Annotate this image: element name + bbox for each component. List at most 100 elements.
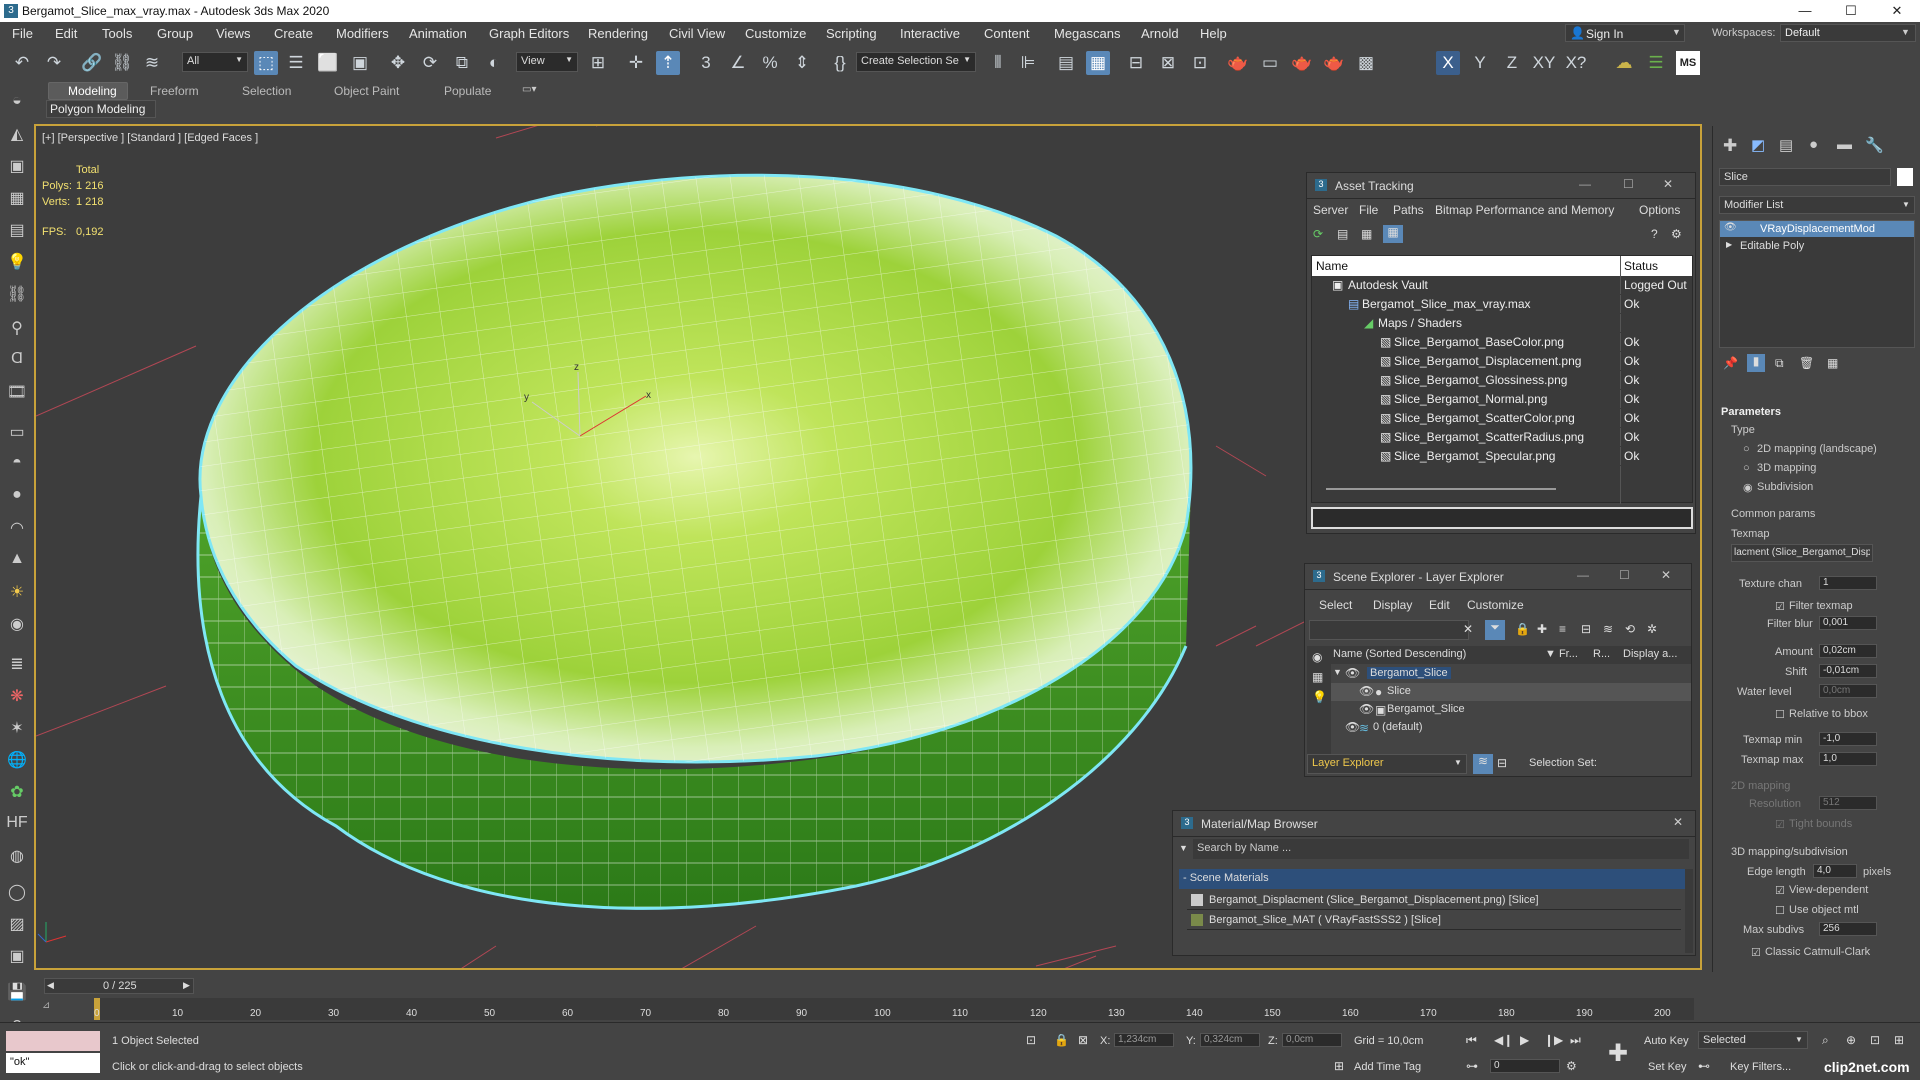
options-icon[interactable]: ✲ [1647,622,1657,636]
globe-icon[interactable]: 🌐 [5,750,29,774]
column-name[interactable]: Name [1316,259,1348,273]
maximize-icon[interactable]: ☐ [1623,177,1634,191]
help-icon[interactable]: ? [1651,227,1658,241]
refresh-icon[interactable]: ⟳ [1313,227,1323,241]
explorer-menu-edit[interactable]: Edit [1429,598,1450,612]
configure-sets-icon[interactable]: ▦ [1827,356,1838,370]
eye-icon[interactable]: 👁 [1724,222,1737,233]
spinner-snap-icon[interactable]: ⇕ [790,51,814,75]
unlink-icon[interactable]: ⛓ [110,51,134,75]
axis-z-button[interactable]: Z [1500,51,1524,75]
asset-row[interactable]: ▤ Bergamot_Slice_max_vray.max Ok [1312,295,1692,314]
key-mode-icon[interactable]: ⊶ [1466,1059,1478,1073]
hf-icon[interactable]: HF [5,814,29,838]
scale-icon[interactable]: ⧉ [450,51,474,75]
chevron-down-icon[interactable]: ▼ [1179,843,1188,853]
eye-icon[interactable]: 👁 [1359,684,1374,698]
selection-filter-dropdown[interactable]: All ▼ [182,52,248,72]
menu-customize[interactable]: Customize [745,26,806,41]
menu-interactive[interactable]: Interactive [900,26,960,41]
layer-row[interactable]: ▼ 👁 Bergamot_Slice [1331,665,1691,683]
sphere-gray-icon[interactable]: ◯ [5,882,29,906]
chevron-right-icon[interactable]: ▶ [183,980,190,991]
lock-selection-icon[interactable]: 🔒 [1054,1033,1069,1047]
sphere-light-icon[interactable]: ◉ [5,614,29,638]
scene-materials-group[interactable]: - Scene Materials [1179,869,1685,889]
viewport-label[interactable]: [+] [Perspective ] [Standard ] [Edged Fa… [42,132,258,144]
auto-key-button[interactable]: Auto Key [1644,1035,1689,1047]
key-selection-dropdown[interactable]: Selected ▼ [1698,1031,1808,1049]
select-manipulate-icon[interactable]: ✛ [624,51,648,75]
asset-row[interactable]: ▧ Slice_Bergamot_ScatterRadius.png Ok [1312,428,1692,447]
footprint-icon[interactable]: ⚲ [5,318,29,342]
menu-graph-editors[interactable]: Graph Editors [489,26,569,41]
link-icon[interactable]: ⛓ [5,284,29,308]
place-icon[interactable]: ◐ [482,51,506,75]
asset-row[interactable]: ▣ Autodesk Vault Logged Out [1312,276,1692,295]
ear-icon[interactable]: Ɑ [5,350,29,374]
select-by-name-icon[interactable]: ☰ [284,51,308,75]
clear-icon[interactable]: ✕ [1463,622,1473,636]
megascans-icon[interactable]: MS [1676,51,1700,75]
column-freeze[interactable]: ▼ Fr... [1545,648,1578,660]
save-icon[interactable]: 💾 [5,982,29,1006]
asset-row[interactable]: ▧ Slice_Bergamot_ScatterColor.png Ok [1312,409,1692,428]
tab-modeling[interactable]: Modeling [68,84,117,98]
render-icon[interactable]: ▨ [5,914,29,938]
layer-manager-icon[interactable]: ▤ [1054,51,1078,75]
max-subdivs-spinner[interactable]: 256 [1819,922,1877,936]
material-editor-icon[interactable]: ⊡ [1188,51,1212,75]
explorer-menu-select[interactable]: Select [1319,598,1352,612]
vertical-scrollbar[interactable] [1685,869,1693,953]
move-icon[interactable]: ✥ [386,51,410,75]
tab-selection[interactable]: Selection [242,84,291,98]
layers-icon[interactable]: ☰ [1644,51,1668,75]
bulb-icon[interactable]: 💡 [5,252,29,276]
cone-light-icon[interactable]: ▲ [5,550,29,574]
rect-selection-icon[interactable]: ⬜ [316,51,340,75]
material-item[interactable]: Bergamot_Slice_MAT ( VRayFastSSS2 ) [Sli… [1187,911,1681,930]
add-layer-icon[interactable]: ✚ [1537,622,1547,636]
zoom-extents-icon[interactable]: ⊡ [1870,1033,1880,1047]
zoom-all-icon[interactable]: ⊕ [1846,1033,1856,1047]
column-render[interactable]: R... [1593,648,1610,660]
hierarchy-tab-icon[interactable]: ▤ [1779,136,1793,154]
maxscript-input[interactable]: "ok" [6,1053,100,1073]
rgb-icon[interactable]: ❋ [5,686,29,710]
x-coordinate-field[interactable]: 1,234cm [1114,1033,1174,1047]
teapot-icon[interactable]: ◒ [5,92,29,116]
menu-animation[interactable]: Animation [409,26,467,41]
workspace-dropdown[interactable]: Default ▼ [1780,24,1916,42]
key-filters-button[interactable]: Key Filters... [1730,1061,1791,1073]
tab-object-paint[interactable]: Object Paint [334,84,399,98]
filter-blur-spinner[interactable]: 0,001 [1819,616,1877,630]
next-frame-icon[interactable]: ❙▶ [1544,1033,1563,1047]
chevron-left-icon[interactable]: ◀ [47,980,54,991]
close-button[interactable]: ✕ [1874,0,1920,22]
current-frame-field[interactable]: 0 [1490,1059,1560,1073]
filter-texmap-checkbox[interactable]: ☑ [1775,600,1785,613]
rotate-icon[interactable]: ⟳ [418,51,442,75]
relative-to-bbox-checkbox[interactable]: ☐ [1775,708,1785,721]
maximize-icon[interactable]: ☐ [1619,568,1630,582]
column-status[interactable]: Status [1624,259,1658,273]
close-icon[interactable]: ✕ [1673,815,1683,829]
maximize-viewport-icon[interactable]: ⊞ [1894,1033,1904,1047]
bind-space-warp-icon[interactable]: ≋ [140,51,164,75]
snaps-toggle-icon[interactable]: 3 [694,51,718,75]
explorer-menu-display[interactable]: Display [1373,598,1412,612]
menu-megascans[interactable]: Megascans [1054,26,1120,41]
schematic-view-icon[interactable]: ⊠ [1156,51,1180,75]
menu-scripting[interactable]: Scripting [826,26,877,41]
mirror-icon[interactable]: ⫴ [986,51,1010,75]
asset-row[interactable]: ▧ Slice_Bergamot_Glossiness.png Ok [1312,371,1692,390]
axis-help-button[interactable]: X? [1564,51,1588,75]
menu-edit[interactable]: Edit [55,26,77,41]
time-slider[interactable]: ◀ 0 / 225 ▶ [44,978,194,994]
menu-group[interactable]: Group [157,26,193,41]
detail-view-icon[interactable]: ▦ [1361,227,1372,241]
layer-row[interactable]: 👁 ≋ 0 (default) [1331,719,1691,737]
hemisphere-icon[interactable]: ◓ [5,454,29,478]
render-in-cloud-icon[interactable]: ▩ [1354,51,1378,75]
menu-modifiers[interactable]: Modifiers [336,26,389,41]
